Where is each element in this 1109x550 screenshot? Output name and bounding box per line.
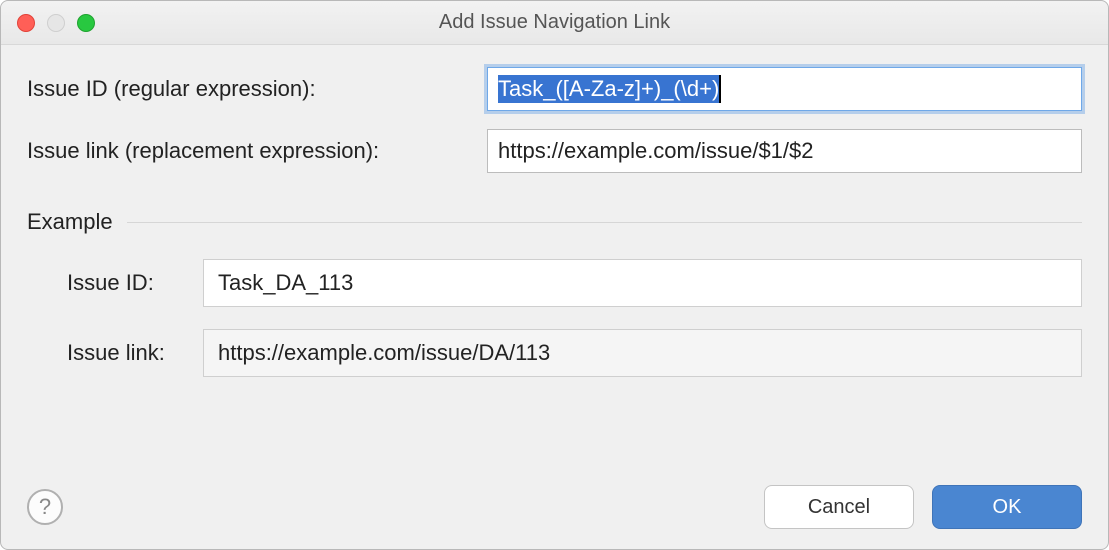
help-icon: ? bbox=[39, 494, 51, 520]
issue-id-row: Issue ID (regular expression): Task_([A-… bbox=[27, 67, 1082, 111]
example-section-header: Example bbox=[27, 209, 1082, 235]
example-id-row: Issue ID: Task_DA_113 bbox=[27, 259, 1082, 307]
ok-button[interactable]: OK bbox=[932, 485, 1082, 529]
example-id-input[interactable]: Task_DA_113 bbox=[203, 259, 1082, 307]
issue-link-row: Issue link (replacement expression): htt… bbox=[27, 129, 1082, 173]
titlebar: Add Issue Navigation Link bbox=[1, 1, 1108, 45]
example-id-label: Issue ID: bbox=[67, 270, 203, 296]
issue-link-input[interactable]: https://example.com/issue/$1/$2 bbox=[487, 129, 1082, 173]
example-link-label: Issue link: bbox=[67, 340, 203, 366]
example-link-value: https://example.com/issue/DA/113 bbox=[218, 340, 550, 366]
cancel-button[interactable]: Cancel bbox=[764, 485, 914, 529]
example-label: Example bbox=[27, 209, 113, 235]
section-divider bbox=[127, 222, 1082, 223]
dialog-window: Add Issue Navigation Link Issue ID (regu… bbox=[0, 0, 1109, 550]
example-id-value: Task_DA_113 bbox=[218, 270, 353, 296]
issue-id-label: Issue ID (regular expression): bbox=[27, 76, 487, 102]
maximize-icon[interactable] bbox=[77, 14, 95, 32]
dialog-footer: ? Cancel OK bbox=[1, 485, 1108, 549]
window-title: Add Issue Navigation Link bbox=[15, 11, 1094, 34]
help-button[interactable]: ? bbox=[27, 489, 63, 525]
minimize-icon bbox=[47, 14, 65, 32]
issue-id-input[interactable]: Task_([A-Za-z]+)_(\d+) bbox=[487, 67, 1082, 111]
dialog-content: Issue ID (regular expression): Task_([A-… bbox=[1, 45, 1108, 485]
issue-id-value: Task_([A-Za-z]+)_(\d+) bbox=[498, 75, 721, 103]
close-icon[interactable] bbox=[17, 14, 35, 32]
issue-link-value: https://example.com/issue/$1/$2 bbox=[498, 138, 814, 164]
example-link-row: Issue link: https://example.com/issue/DA… bbox=[27, 329, 1082, 377]
traffic-lights bbox=[17, 14, 95, 32]
cancel-label: Cancel bbox=[808, 496, 870, 519]
issue-link-label: Issue link (replacement expression): bbox=[27, 138, 487, 164]
ok-label: OK bbox=[993, 496, 1022, 519]
example-link-output: https://example.com/issue/DA/113 bbox=[203, 329, 1082, 377]
